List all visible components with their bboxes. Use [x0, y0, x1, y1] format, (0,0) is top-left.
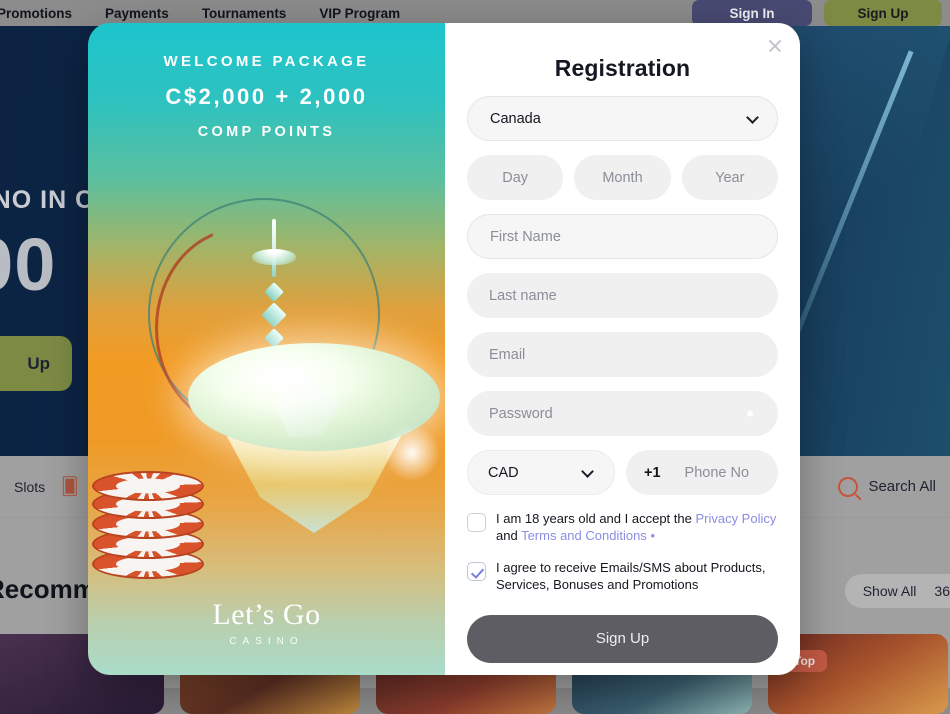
cards-icon: 🂠	[61, 477, 78, 497]
main-nav: Promotions Payments Tournaments VIP Prog…	[0, 6, 400, 21]
diamond-icon	[188, 343, 440, 533]
category-list: Slots 🂠	[14, 477, 79, 497]
currency-select[interactable]: CAD	[467, 450, 615, 495]
phone-placeholder: Phone No	[685, 465, 750, 481]
country-select[interactable]: Canada	[467, 96, 778, 141]
currency-value: CAD	[488, 465, 519, 481]
search-all-label: Search All	[868, 478, 936, 495]
terms-checkbox-row: I am 18 years old and I accept the Priva…	[467, 511, 778, 544]
privacy-policy-link[interactable]: Privacy Policy	[695, 511, 776, 526]
sign-up-button[interactable]: Sign Up	[824, 0, 942, 26]
hero-headline: 000	[0, 222, 56, 307]
close-icon[interactable]	[764, 35, 786, 57]
email-placeholder: Email	[489, 347, 525, 363]
show-all-control[interactable]: Show All 36	[845, 574, 950, 608]
nav-item-tournaments[interactable]: Tournaments	[202, 6, 287, 21]
page-title: Registration	[467, 23, 778, 82]
promo-line-comp-points: COMP POINTS	[88, 124, 445, 140]
hero-signup-button[interactable]: Up	[0, 336, 72, 391]
promo-line-amount: C$2,000 + 2,000	[88, 84, 445, 110]
currency-phone-row: CAD +1 Phone No	[467, 450, 778, 495]
promo-line-welcome: WELCOME PACKAGE	[88, 53, 445, 70]
promo-panel: WELCOME PACKAGE C$2,000 + 2,000 COMP POI…	[88, 23, 445, 675]
last-name-field[interactable]: Last name	[467, 273, 778, 318]
country-value: Canada	[490, 111, 541, 127]
terms-checkbox[interactable]	[467, 513, 486, 532]
marketing-label: I agree to receive Emails/SMS about Prod…	[496, 560, 778, 593]
chevron-down-icon	[581, 465, 594, 478]
terms-text-1: I am 18 years old and I accept the	[496, 511, 695, 526]
terms-conditions-link[interactable]: Terms and Conditions	[521, 528, 647, 543]
terms-label: I am 18 years old and I accept the Priva…	[496, 511, 778, 544]
show-all-label: Show All	[863, 583, 917, 599]
search-icon	[838, 477, 858, 497]
terms-text-2: and	[496, 528, 521, 543]
month-select[interactable]: Month	[574, 155, 670, 200]
year-select[interactable]: Year	[682, 155, 778, 200]
nav-item-payments[interactable]: Payments	[105, 6, 169, 21]
first-name-field[interactable]: First Name	[467, 214, 778, 259]
section-title: Recomm	[0, 574, 96, 605]
date-of-birth-row: Day Month Year	[467, 155, 778, 200]
email-field[interactable]: Email	[467, 332, 778, 377]
first-name-placeholder: First Name	[490, 229, 561, 245]
marketing-checkbox-row: I agree to receive Emails/SMS about Prod…	[467, 560, 778, 593]
hero-kicker: ASINO IN C	[0, 186, 94, 215]
search-all-control[interactable]: Search All	[838, 477, 936, 497]
phone-country-code: +1	[644, 465, 661, 481]
registration-modal: WELCOME PACKAGE C$2,000 + 2,000 COMP POI…	[88, 23, 800, 675]
required-mark: •	[650, 528, 655, 543]
last-name-placeholder: Last name	[489, 288, 557, 304]
nav-item-vip-program[interactable]: VIP Program	[319, 6, 400, 21]
promo-text: WELCOME PACKAGE C$2,000 + 2,000 COMP POI…	[88, 23, 445, 140]
chevron-down-icon	[746, 111, 759, 124]
brand-logo-tagline: CASINO	[88, 636, 445, 647]
password-placeholder: Password	[489, 406, 553, 422]
nav-item-promotions[interactable]: Promotions	[0, 6, 72, 21]
day-select[interactable]: Day	[467, 155, 563, 200]
eye-icon[interactable]	[741, 408, 758, 419]
brand-logo: Let’s Go CASINO	[88, 598, 445, 647]
registration-form: Registration Canada Day Month Year First…	[445, 23, 800, 675]
submit-button[interactable]: Sign Up	[467, 615, 778, 663]
brand-logo-name: Let’s Go	[88, 598, 445, 632]
category-item-slots[interactable]: Slots	[14, 479, 45, 495]
password-field[interactable]: Password	[467, 391, 778, 436]
phone-field[interactable]: +1 Phone No	[626, 450, 778, 495]
show-all-count: 36	[934, 583, 950, 599]
marketing-checkbox[interactable]	[467, 562, 486, 581]
